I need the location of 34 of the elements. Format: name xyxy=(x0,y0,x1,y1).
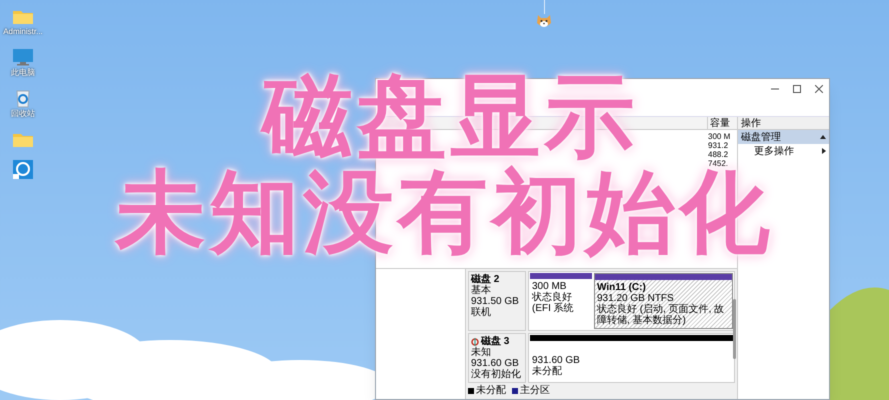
close-icon[interactable] xyxy=(815,85,823,93)
partition-info: 状态良好 (EFI 系统 xyxy=(532,292,575,314)
disk-warning-icon xyxy=(471,338,479,346)
scrollbar[interactable] xyxy=(733,299,736,359)
maximize-icon[interactable] xyxy=(793,85,801,93)
disk-info: 基本 xyxy=(471,285,492,296)
disk-info: 没有初始化 xyxy=(471,369,522,380)
disk-name: 磁盘 2 xyxy=(471,274,500,285)
primary-partition-bar xyxy=(530,273,592,279)
partition-info: 300 MB xyxy=(532,281,568,292)
table-cell: 300 M xyxy=(708,132,730,141)
table-cell: 488.2 xyxy=(708,150,728,159)
partition-info: 状态良好 (启动, 页面文件, 故障转储, 基本数据分) xyxy=(597,304,726,326)
disk-info: 931.50 GB xyxy=(471,296,520,307)
partition-info: 未分配 xyxy=(532,366,563,377)
legend-label: 未分配 xyxy=(476,385,506,396)
actions-header: 操作 xyxy=(738,117,829,130)
dog-face-icon xyxy=(536,14,552,29)
legend-label: 主分区 xyxy=(520,385,550,396)
disk-info: 931.60 GB xyxy=(471,358,520,369)
partition-info: 931.20 GB NTFS xyxy=(597,293,675,304)
monitor-icon[interactable] xyxy=(12,47,34,67)
disk-info: 联机 xyxy=(471,307,492,318)
disk-info: 未知 xyxy=(471,347,492,358)
table-cell: 7452. xyxy=(708,159,728,168)
disk-name: 磁盘 3 xyxy=(481,336,510,347)
action-item[interactable]: 磁盘管理 xyxy=(738,130,829,144)
partition-block[interactable]: Win11 (C:) 931.20 GB NTFS 状态良好 (启动, 页面文件, 故障转储, 基本数据分) xyxy=(594,273,733,329)
submenu-arrow-icon[interactable] xyxy=(822,148,826,154)
partition-info: 931.60 GB xyxy=(532,355,581,366)
sync-app-icon[interactable] xyxy=(12,159,34,179)
partition-name: Win11 (C:) xyxy=(597,282,647,293)
table-cell: 931.2 xyxy=(708,141,728,150)
collapse-arrow-icon[interactable] xyxy=(820,135,826,139)
